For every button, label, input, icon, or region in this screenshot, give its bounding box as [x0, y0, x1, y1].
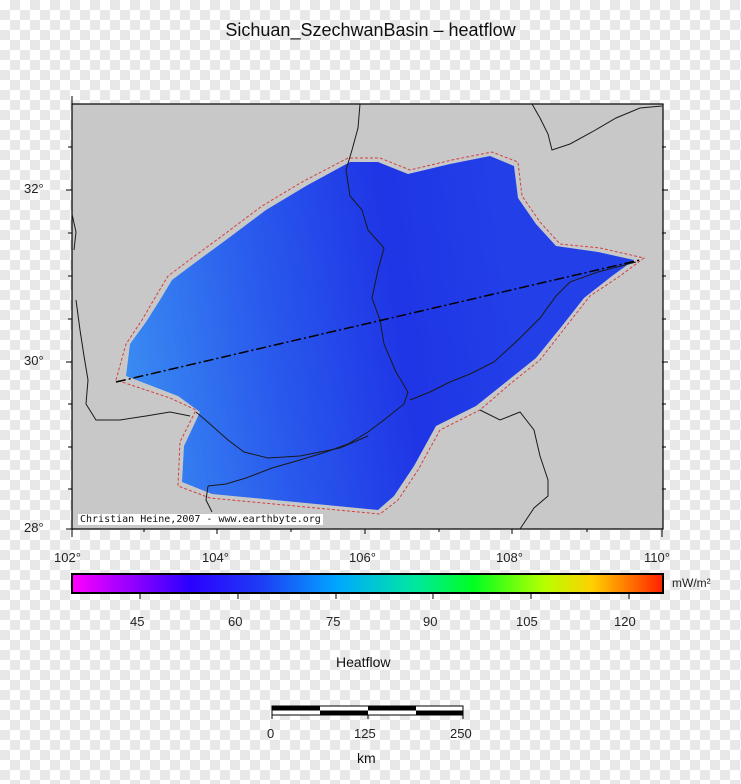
colorbar-unit: mW/m²: [672, 576, 711, 590]
colorbar-tick-75: 75: [326, 614, 341, 629]
lon-label-108: 108°: [496, 550, 523, 565]
lon-label-104: 104°: [202, 550, 229, 565]
lon-label-102: 102°: [54, 550, 81, 565]
colorbar-tick-90: 90: [423, 614, 438, 629]
scalebar-tick-250: 250: [450, 726, 472, 741]
lat-label-30: 30°: [24, 353, 44, 368]
colorbar-tick-60: 60: [228, 614, 243, 629]
lat-label-28: 28°: [24, 520, 44, 535]
lon-label-110: 110°: [644, 550, 670, 565]
lat-label-32: 32°: [24, 181, 44, 196]
colorbar-tick-105: 105: [516, 614, 538, 629]
scale-bar: [271, 705, 464, 719]
map-credit: Christian Heine,2007 - www.earthbyte.org: [78, 514, 323, 525]
colorbar-tick-45: 45: [130, 614, 145, 629]
scalebar-unit: km: [357, 750, 376, 766]
colorbar-tick-120: 120: [614, 614, 636, 629]
colorbar: [71, 573, 664, 594]
colorbar-label: Heatflow: [336, 654, 391, 670]
scalebar-tick-125: 125: [354, 726, 376, 741]
lon-label-106: 106°: [349, 550, 376, 565]
scalebar-tick-0: 0: [267, 726, 275, 741]
